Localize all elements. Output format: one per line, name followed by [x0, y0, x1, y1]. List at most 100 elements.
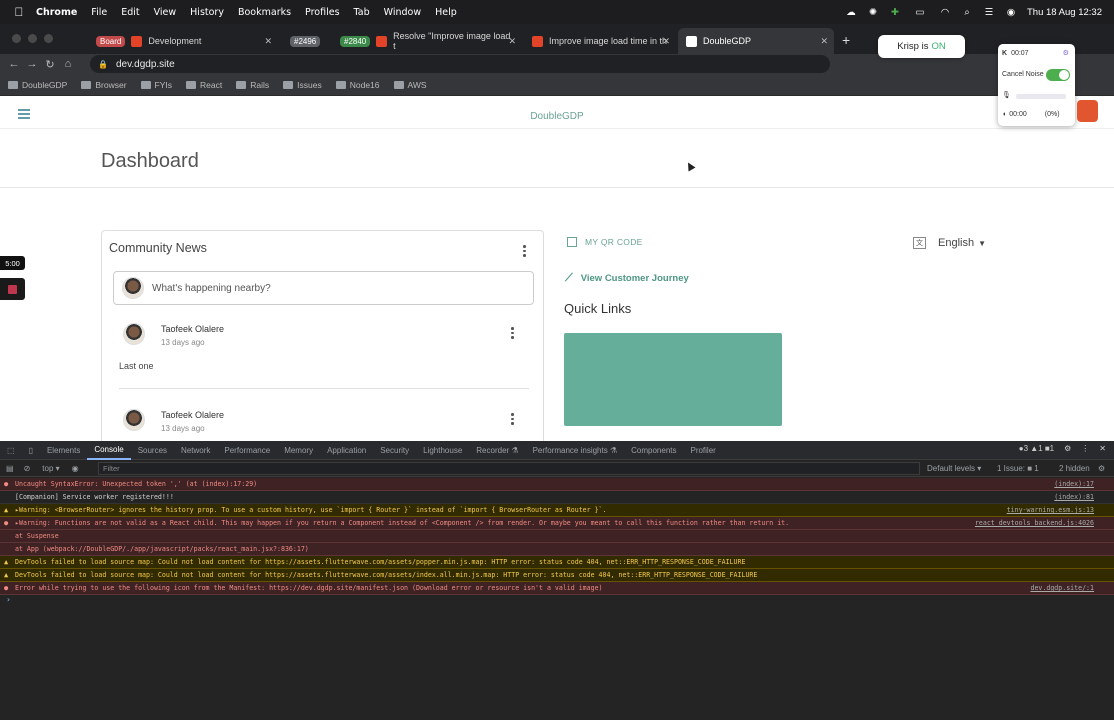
tab-application[interactable]: Application [320, 441, 373, 460]
device-toggle-icon[interactable]: ▯ [22, 441, 40, 460]
home-icon[interactable]: ⌂ [59, 58, 77, 70]
console-settings-icon[interactable]: ⚙ [1098, 464, 1105, 473]
address-bar[interactable]: 🔒 dev.dgdp.site [90, 55, 830, 73]
close-devtools-icon[interactable]: ✕ [1099, 444, 1106, 453]
post-author[interactable]: Taofeek Olalere [161, 324, 224, 334]
console-filter-input[interactable]: Filter [98, 462, 920, 475]
post-options-icon[interactable] [511, 327, 514, 339]
bookmark-react[interactable]: React [186, 80, 222, 90]
avatar[interactable] [123, 409, 145, 431]
console-message[interactable]: ▲ DevTools failed to load source map: Cou… [0, 556, 1114, 569]
close-window-icon[interactable] [12, 34, 21, 43]
menu-chrome[interactable]: Chrome [36, 7, 77, 18]
menu-profiles[interactable]: Profiles [305, 7, 340, 18]
mic-icon[interactable]: 🎙 [1002, 91, 1011, 99]
stop-recording-button[interactable] [0, 278, 25, 300]
console-source-link[interactable]: (index):81 [1054, 493, 1094, 501]
tab-memory[interactable]: Memory [277, 441, 320, 460]
context-selector[interactable]: top ▾ [42, 464, 59, 473]
eye-icon[interactable]: ◉ [72, 464, 79, 473]
console-message[interactable]: ▲ DevTools failed to load source map: Cou… [0, 569, 1114, 582]
tab-group-tag[interactable]: #2496 [290, 35, 321, 47]
tab-recorder[interactable]: Recorder ⚗ [469, 441, 525, 460]
bookmark-issues[interactable]: Issues [283, 80, 322, 90]
tab-profiler[interactable]: Profiler [683, 441, 722, 460]
menu-window[interactable]: Window [384, 7, 421, 18]
console-message[interactable]: ▲ ▸Warning: <BrowserRouter> ignores the h… [0, 504, 1114, 517]
forward-icon[interactable]: → [23, 58, 41, 70]
speaker-icon[interactable]: ◖ [1002, 111, 1006, 118]
tab-security[interactable]: Security [373, 441, 416, 460]
tab-group-tag[interactable]: #2840 [340, 35, 371, 47]
console-source-link[interactable]: (index):17 [1054, 480, 1094, 488]
zoom-window-icon[interactable] [44, 34, 53, 43]
tab-components[interactable]: Components [624, 441, 683, 460]
clear-console-icon[interactable]: ⊘ [24, 464, 31, 473]
post-input[interactable]: What's happening nearby? [113, 271, 534, 305]
back-icon[interactable]: ← [5, 58, 23, 70]
wifi-icon[interactable]: ◠ [939, 6, 951, 18]
console-source-link[interactable]: dev.dgdp.site/:1 [1030, 584, 1094, 592]
pinned-tab[interactable] [62, 28, 80, 54]
avatar[interactable] [123, 323, 145, 345]
tab-performance[interactable]: Performance [217, 441, 277, 460]
close-tab-icon[interactable]: ✕ [820, 36, 828, 47]
tab-doublegdp[interactable]: DoubleGDP ✕ [678, 28, 834, 54]
sidebar-toggle-icon[interactable]: ▤ [6, 464, 14, 473]
post-options-icon[interactable] [511, 413, 514, 425]
my-qr-code-link[interactable]: MY QR CODE [567, 237, 643, 247]
view-customer-journey-link[interactable]: ⟋ View Customer Journey [565, 272, 689, 285]
bookmark-browser[interactable]: Browser [81, 80, 127, 90]
bookmark-node16[interactable]: Node16 [335, 80, 380, 90]
tab-development[interactable]: Board Development ✕ [88, 28, 278, 54]
log-levels-dropdown[interactable]: Default levels ▾ [927, 464, 981, 473]
tab-performance-insights[interactable]: Performance insights ⚗ [526, 441, 625, 460]
menu-view[interactable]: View [154, 7, 177, 18]
tab-network[interactable]: Network [174, 441, 217, 460]
cancel-noise-toggle[interactable] [1046, 69, 1070, 81]
tab-resolve-issue[interactable]: #2840 Resolve "Improve image load t ✕ [332, 28, 522, 54]
new-tab-button[interactable]: + [842, 32, 850, 48]
menu-bookmarks[interactable]: Bookmarks [238, 7, 291, 18]
issue-counts[interactable]: ●3 ▲1 ■1 [1019, 444, 1054, 453]
console-message[interactable]: ● ▸Warning: Functions are not valid as a … [0, 517, 1114, 530]
control-center-icon[interactable]: ☰ [983, 6, 995, 18]
menu-tab[interactable]: Tab [354, 7, 370, 18]
menu-file[interactable]: File [91, 7, 107, 18]
settings-icon[interactable]: ⚙ [1064, 444, 1071, 453]
menu-edit[interactable]: Edit [121, 7, 139, 18]
krisp-icon[interactable]: ✚ [889, 6, 901, 18]
tab-sources[interactable]: Sources [131, 441, 174, 460]
tab-group-2496[interactable]: #2496 [282, 28, 334, 54]
console-message[interactable]: [Companion] Service worker registered!!!… [0, 491, 1114, 504]
cloud-icon[interactable]: ☁ [845, 6, 857, 18]
console-source-link[interactable]: tiny-warning.esm.js:13 [1007, 506, 1094, 514]
clock[interactable]: Thu 18 Aug 12:32 [1027, 7, 1102, 18]
console-message[interactable]: at Suspense [0, 530, 1114, 543]
bookmark-rails[interactable]: Rails [236, 80, 269, 90]
console-message[interactable]: ● Error while trying to use the following… [0, 582, 1114, 595]
close-tab-icon[interactable]: ✕ [662, 36, 670, 47]
siri-icon[interactable]: ◉ [1005, 6, 1017, 18]
console-prompt[interactable]: › [0, 595, 1114, 604]
tab-lighthouse[interactable]: Lighthouse [416, 441, 469, 460]
console-message[interactable]: ● Uncaught SyntaxError: Unexpected token … [0, 478, 1114, 491]
quick-link-tile[interactable] [564, 333, 782, 426]
close-tab-icon[interactable]: ✕ [264, 36, 272, 47]
search-icon[interactable]: ⌕ [961, 6, 973, 18]
issues-button[interactable]: 1 Issue: ■ 1 [997, 464, 1039, 473]
tab-group-tag[interactable]: Board [96, 35, 126, 47]
menu-help[interactable]: Help [435, 7, 457, 18]
menu-history[interactable]: History [190, 7, 224, 18]
close-tab-icon[interactable]: ✕ [508, 36, 516, 47]
gear-icon[interactable]: ✺ [867, 6, 879, 18]
post-placeholder[interactable]: What's happening nearby? [152, 283, 271, 294]
minimize-window-icon[interactable] [28, 34, 37, 43]
reload-icon[interactable]: ↻ [41, 58, 59, 71]
tab-improve-image[interactable]: Improve image load time in th ✕ [524, 28, 676, 54]
console-message[interactable]: at App (webpack://DoubleGDP/./app/javasc… [0, 543, 1114, 556]
bookmark-fyis[interactable]: FYIs [140, 80, 172, 90]
tab-console[interactable]: Console [87, 441, 131, 460]
battery-icon[interactable]: ▭ [911, 6, 929, 18]
settings-icon[interactable]: ⚙ [1063, 49, 1069, 57]
